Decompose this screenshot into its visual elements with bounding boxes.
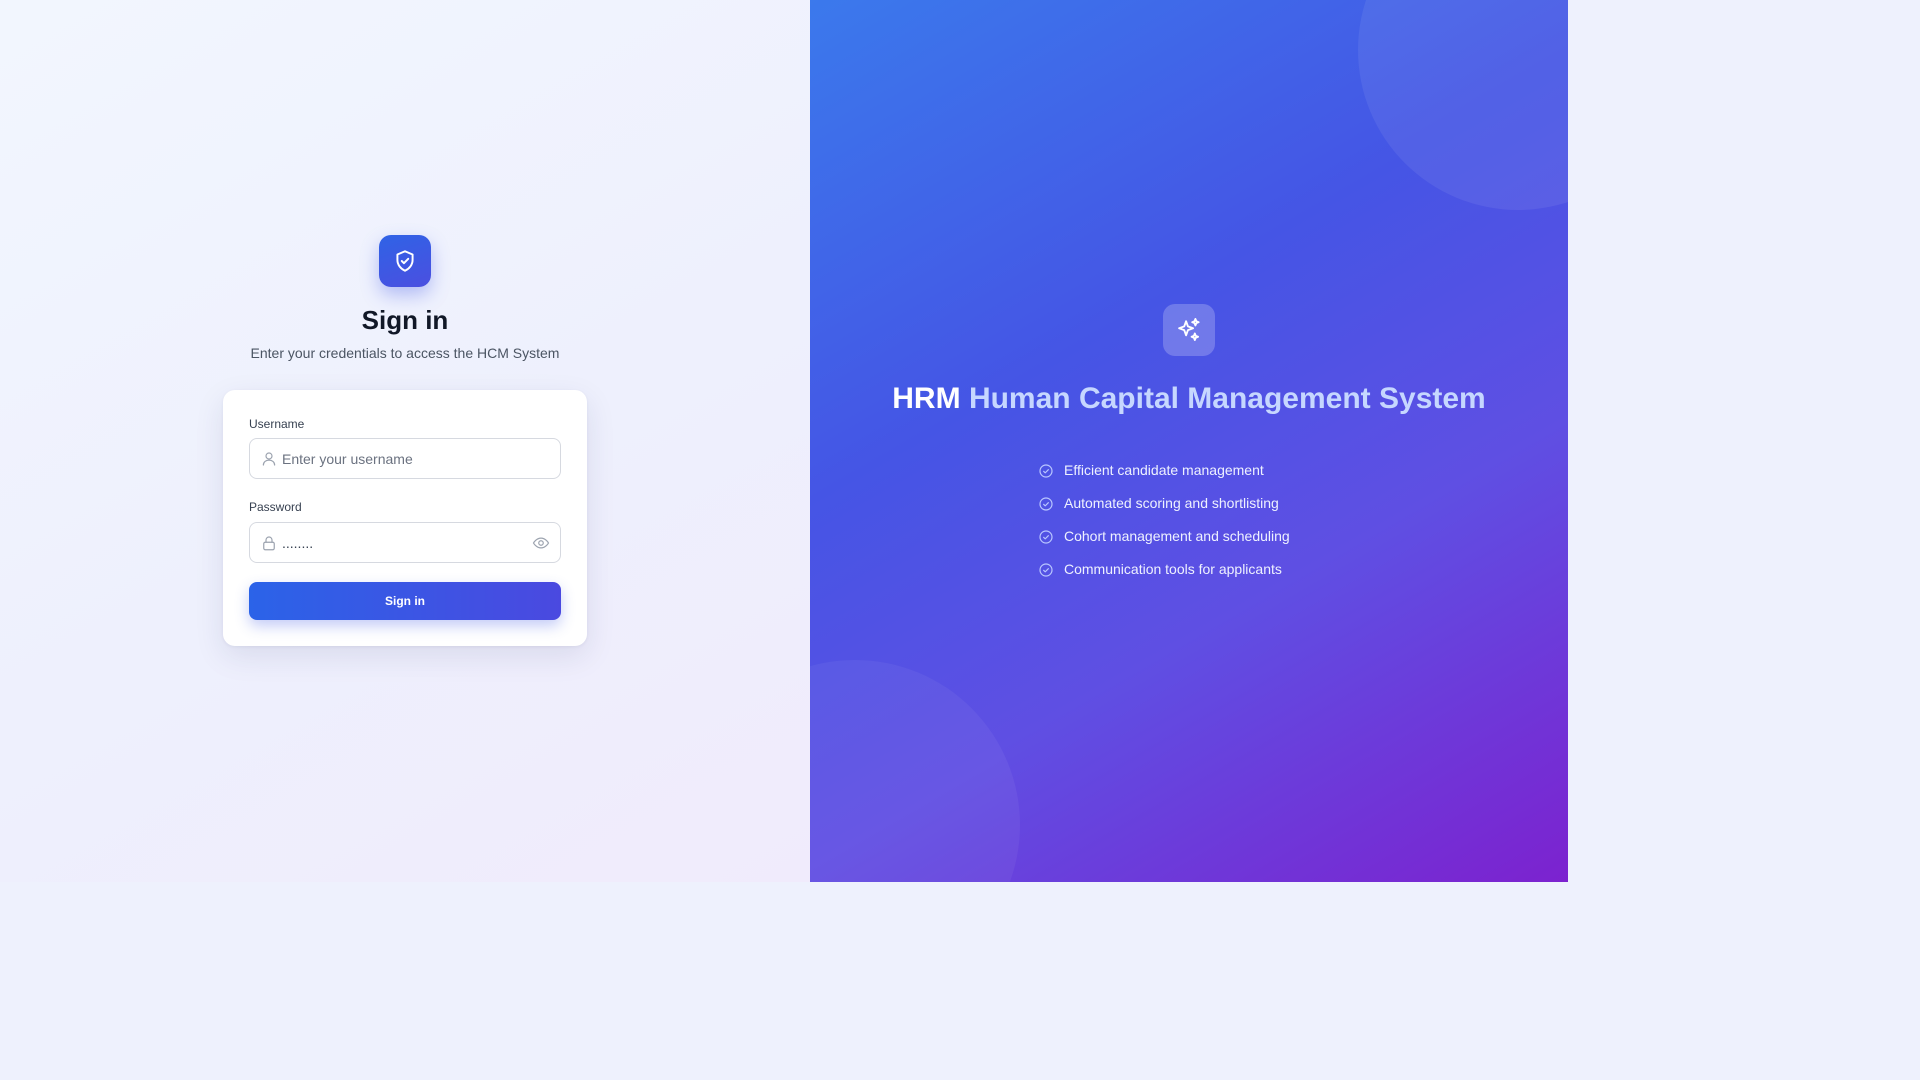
check-circle-icon <box>1039 464 1053 478</box>
feature-list: Efficient candidate management Automated… <box>1038 462 1290 594</box>
feature-item: Automated scoring and shortlisting <box>1038 495 1290 528</box>
hero-badge <box>1163 304 1215 356</box>
feature-text: Automated scoring and shortlisting <box>1064 495 1279 511</box>
logo-badge <box>379 235 431 287</box>
check-circle-icon <box>1039 497 1053 511</box>
hero-title-text: Human Capital Management System <box>968 382 1486 415</box>
feature-text: Cohort management and scheduling <box>1064 528 1290 544</box>
username-field[interactable] <box>249 438 561 479</box>
password-input[interactable] <box>282 523 522 562</box>
decorative-circle <box>1358 0 1568 210</box>
username-label: Username <box>249 417 305 431</box>
sparkles-icon <box>1178 317 1200 341</box>
hero-brand: HRM <box>892 382 961 415</box>
user-icon <box>262 452 276 466</box>
check-circle-icon <box>1039 563 1053 577</box>
shield-check-icon <box>396 250 414 272</box>
decorative-circle <box>810 660 1020 882</box>
sign-in-button[interactable]: Sign in <box>249 582 561 620</box>
password-field[interactable] <box>249 522 561 563</box>
page-subtitle: Enter your credentials to access the HCM… <box>250 345 560 361</box>
login-panel: Sign in Enter your credentials to access… <box>0 0 810 882</box>
username-input[interactable] <box>282 439 522 478</box>
feature-text: Communication tools for applicants <box>1064 561 1282 577</box>
password-label: Password <box>249 500 302 514</box>
feature-item: Communication tools for applicants <box>1038 561 1290 594</box>
eye-icon[interactable] <box>532 534 550 552</box>
lock-icon <box>263 536 275 551</box>
check-circle-icon <box>1039 530 1053 544</box>
feature-item: Efficient candidate management <box>1038 462 1290 495</box>
page-title: Sign in <box>361 305 449 335</box>
feature-item: Cohort management and scheduling <box>1038 528 1290 561</box>
feature-text: Efficient candidate management <box>1064 462 1264 478</box>
hero-title: HRM Human Capital Management System <box>810 382 1568 415</box>
hero-panel: HRM Human Capital Management System Effi… <box>810 0 1568 882</box>
login-form: Username Password Sign in <box>223 390 587 646</box>
